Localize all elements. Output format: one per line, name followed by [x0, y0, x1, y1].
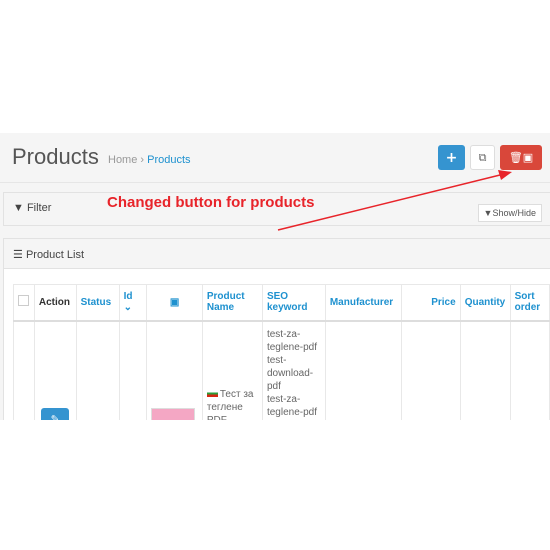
- annotation-arrow: [277, 170, 512, 231]
